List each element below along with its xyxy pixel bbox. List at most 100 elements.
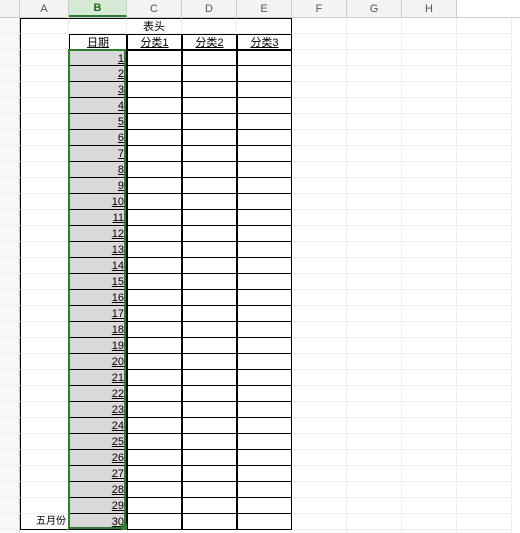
cell[interactable] xyxy=(20,322,69,338)
cell[interactable] xyxy=(347,34,402,50)
row-header[interactable] xyxy=(0,178,20,194)
data-cell[interactable] xyxy=(127,498,182,514)
cell[interactable] xyxy=(20,242,69,258)
cell[interactable] xyxy=(457,194,512,210)
cell[interactable] xyxy=(402,498,457,514)
cell[interactable] xyxy=(347,226,402,242)
row-header[interactable] xyxy=(0,18,20,34)
data-cell[interactable] xyxy=(237,194,292,210)
cell[interactable] xyxy=(402,418,457,434)
cell[interactable] xyxy=(402,274,457,290)
data-cell[interactable] xyxy=(127,482,182,498)
data-cell[interactable] xyxy=(182,194,237,210)
cell[interactable] xyxy=(457,370,512,386)
data-cell[interactable] xyxy=(237,242,292,258)
data-cell[interactable] xyxy=(182,146,237,162)
cell[interactable] xyxy=(347,114,402,130)
cell[interactable] xyxy=(457,226,512,242)
data-cell[interactable] xyxy=(237,386,292,402)
cell[interactable] xyxy=(457,402,512,418)
cell[interactable] xyxy=(402,450,457,466)
data-cell[interactable] xyxy=(182,466,237,482)
cell[interactable] xyxy=(20,306,69,322)
data-cell[interactable] xyxy=(127,226,182,242)
cell[interactable] xyxy=(457,210,512,226)
data-cell[interactable] xyxy=(127,450,182,466)
data-cell[interactable] xyxy=(237,226,292,242)
cell[interactable] xyxy=(457,306,512,322)
cell[interactable] xyxy=(292,370,347,386)
cell[interactable] xyxy=(20,258,69,274)
data-cell[interactable] xyxy=(127,386,182,402)
cell[interactable] xyxy=(292,322,347,338)
data-cell[interactable] xyxy=(127,402,182,418)
data-cell[interactable] xyxy=(127,130,182,146)
data-cell[interactable] xyxy=(237,482,292,498)
data-cell[interactable] xyxy=(237,338,292,354)
cell[interactable] xyxy=(457,242,512,258)
data-cell[interactable] xyxy=(182,322,237,338)
header-cell[interactable]: 分类3 xyxy=(237,34,292,50)
cell[interactable] xyxy=(347,514,402,530)
data-cell[interactable] xyxy=(237,322,292,338)
cell[interactable] xyxy=(292,434,347,450)
cell[interactable] xyxy=(457,34,512,50)
cell[interactable] xyxy=(292,130,347,146)
cell[interactable] xyxy=(292,306,347,322)
data-cell[interactable] xyxy=(182,210,237,226)
data-cell[interactable] xyxy=(237,402,292,418)
date-cell[interactable]: 12 xyxy=(69,226,127,242)
row-header[interactable] xyxy=(0,402,20,418)
data-cell[interactable] xyxy=(127,194,182,210)
cell[interactable] xyxy=(402,434,457,450)
cell[interactable] xyxy=(402,242,457,258)
row-header[interactable] xyxy=(0,226,20,242)
data-cell[interactable] xyxy=(237,498,292,514)
cell[interactable] xyxy=(182,18,237,34)
data-cell[interactable] xyxy=(182,258,237,274)
cell[interactable] xyxy=(292,498,347,514)
data-cell[interactable] xyxy=(182,290,237,306)
data-cell[interactable] xyxy=(237,434,292,450)
data-cell[interactable] xyxy=(182,178,237,194)
date-cell[interactable]: 16 xyxy=(69,290,127,306)
data-cell[interactable] xyxy=(237,162,292,178)
cell[interactable] xyxy=(292,514,347,530)
row-header[interactable] xyxy=(0,82,20,98)
cell[interactable] xyxy=(20,162,69,178)
row-header[interactable] xyxy=(0,290,20,306)
cell[interactable] xyxy=(347,370,402,386)
cell[interactable] xyxy=(20,82,69,98)
cell[interactable] xyxy=(20,114,69,130)
row-header[interactable] xyxy=(0,514,20,530)
date-cell[interactable]: 26 xyxy=(69,450,127,466)
cell[interactable] xyxy=(402,306,457,322)
data-cell[interactable] xyxy=(182,402,237,418)
cell[interactable] xyxy=(292,82,347,98)
cell[interactable] xyxy=(20,146,69,162)
row-header[interactable] xyxy=(0,322,20,338)
cell[interactable] xyxy=(402,386,457,402)
date-cell[interactable]: 30 xyxy=(69,514,127,530)
cell[interactable] xyxy=(20,466,69,482)
cell[interactable] xyxy=(457,274,512,290)
cell[interactable] xyxy=(292,258,347,274)
cell[interactable] xyxy=(20,34,69,50)
row-header[interactable] xyxy=(0,258,20,274)
row-header[interactable] xyxy=(0,306,20,322)
cell[interactable] xyxy=(402,258,457,274)
cell[interactable] xyxy=(20,274,69,290)
cell[interactable] xyxy=(292,274,347,290)
data-cell[interactable] xyxy=(182,274,237,290)
col-header-f[interactable]: F xyxy=(292,0,347,17)
data-cell[interactable] xyxy=(127,290,182,306)
cell[interactable] xyxy=(20,18,69,34)
cell[interactable] xyxy=(457,386,512,402)
row-header[interactable] xyxy=(0,498,20,514)
row-header[interactable] xyxy=(0,162,20,178)
cell[interactable] xyxy=(457,434,512,450)
cell[interactable] xyxy=(402,146,457,162)
cell[interactable] xyxy=(457,18,512,34)
cell[interactable] xyxy=(457,354,512,370)
row-header[interactable] xyxy=(0,194,20,210)
